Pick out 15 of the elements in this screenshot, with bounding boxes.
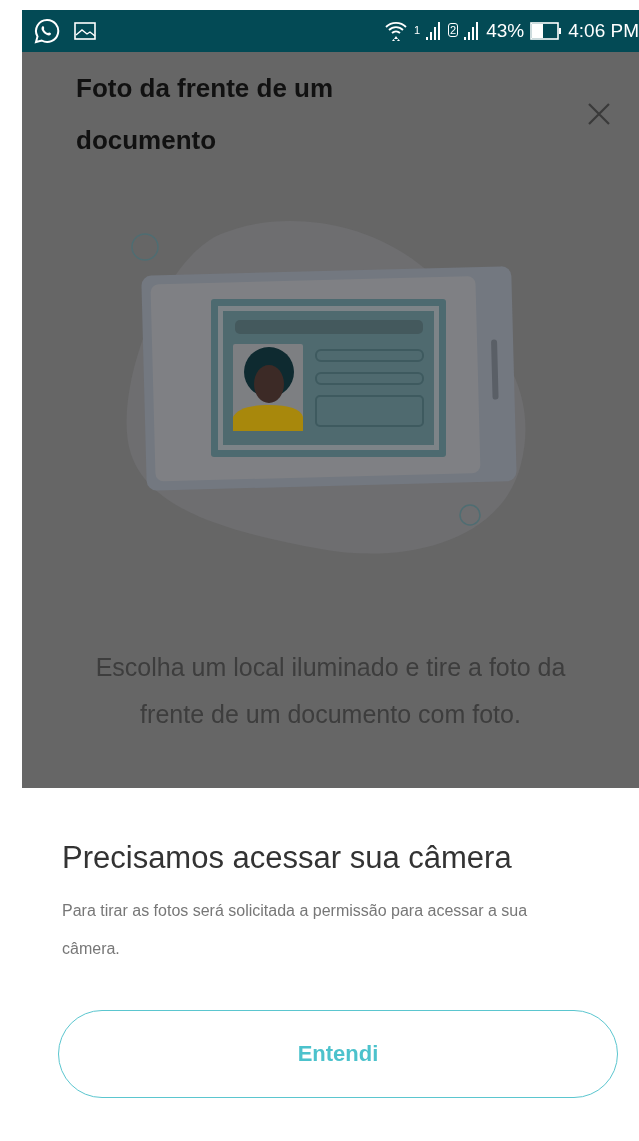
wifi-icon: [383, 20, 408, 42]
battery-icon: [530, 22, 563, 40]
dialog-title: Precisamos acessar sua câmera: [62, 839, 513, 877]
sim-label: 1: [413, 24, 421, 36]
chat-app-icon: [34, 18, 60, 44]
clock: 4:06 PM: [568, 20, 639, 42]
signal-icon: [464, 21, 481, 41]
screen-title: Foto da frente de um documento: [76, 72, 335, 157]
dialog-message: Para tirar as fotos será solicitada a permissão para acessar a sua câmera.: [62, 901, 529, 959]
image-icon: [74, 22, 96, 40]
signal-icon: [426, 21, 443, 41]
confirm-button[interactable]: Entendi: [58, 1010, 618, 1098]
sim-label: 2: [448, 23, 459, 37]
close-icon: [587, 102, 611, 126]
battery-percent: 43%: [486, 20, 525, 42]
